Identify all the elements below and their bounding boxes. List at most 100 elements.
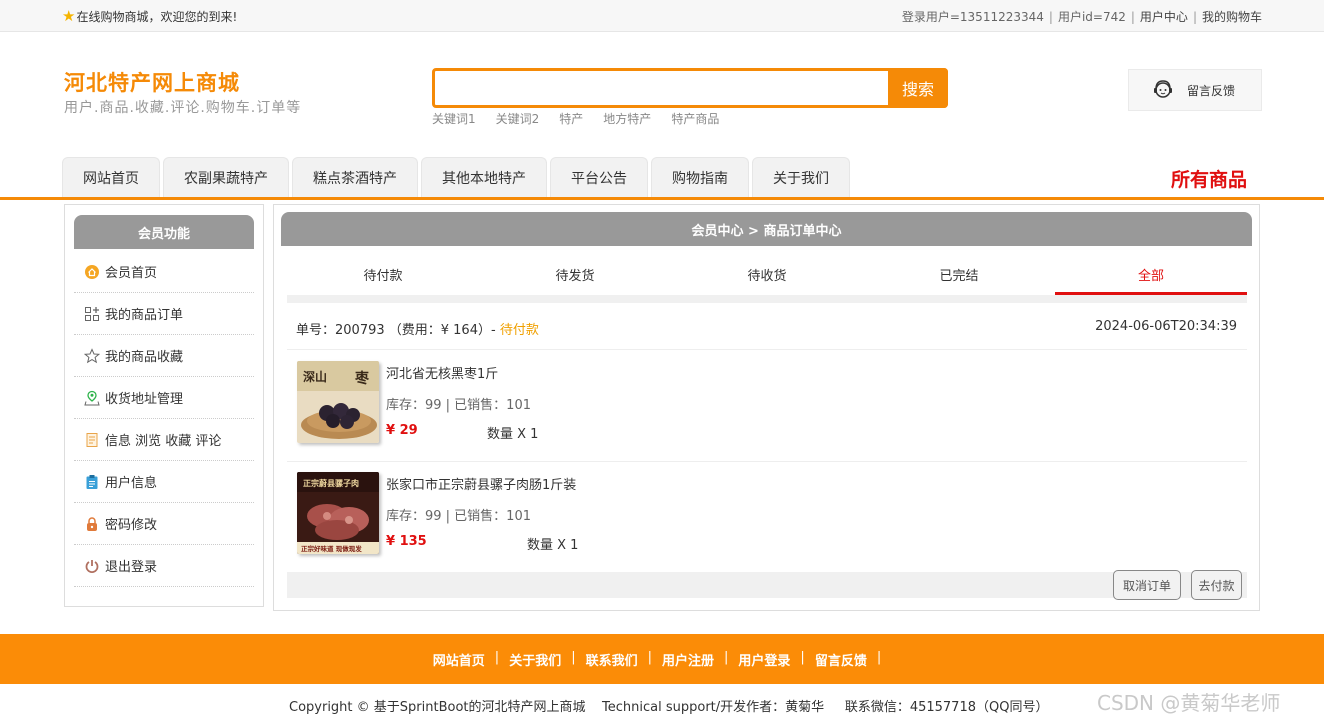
nav-tab-home[interactable]: 网站首页 [62,157,160,197]
footer-link-register[interactable]: 用户注册 [662,650,714,669]
separator: | [571,649,576,665]
product-name[interactable]: 张家口市正宗蔚县骡子肉肠1斤装 [386,474,576,493]
sidebar-menu: 会员首页 我的商品订单 我的商品收藏 收货地址管理 信息 浏览 收藏 评论 用户… [74,251,254,587]
footer-link-contact[interactable]: 联系我们 [586,650,638,669]
order-number-and-cost: 单号：200793 （费用：¥ 164）- [296,323,496,338]
document-icon [84,432,100,448]
star-icon [84,347,100,364]
cancel-order-button[interactable]: 取消订单 [1113,570,1181,600]
grid-icon [84,306,100,322]
sidebar-item-logout[interactable]: 退出登录 [74,545,254,587]
footer-link-about[interactable]: 关于我们 [509,650,561,669]
user-links: 登录用户=13511223344 | 用户id=742 | 用户中心 | 我的购物车 [902,8,1262,25]
all-products-link[interactable]: 所有商品 [1171,165,1247,192]
sidebar-item-label: 我的商品收藏 [105,350,184,365]
sidebar-item-label: 密码修改 [105,518,158,533]
sidebar-item-label: 收货地址管理 [105,392,184,407]
order-item: 深山 枣 河北省无核黑枣1斤 库存：99 | 已销售：101 ¥ 29 数量 X… [297,361,1197,451]
separator: | [1130,10,1135,24]
tab-all[interactable]: 全部 [1055,253,1247,295]
nav-tab-announcements[interactable]: 平台公告 [550,157,648,197]
order-summary: 单号：200793 （费用：¥ 164）- 待付款 [296,319,539,338]
sidebar-item-label: 会员首页 [105,266,158,281]
search-input[interactable] [435,71,888,105]
keyword-link[interactable]: 特产 [559,110,583,127]
separator: | [1192,10,1197,24]
lock-icon [84,516,100,532]
footer-links: 网站首页 | 关于我们 | 联系我们 | 用户注册 | 用户登录 | 留言反馈 | [433,650,891,669]
nav-tab-shopping-guide[interactable]: 购物指南 [651,157,749,197]
top-bar: ★ 在线购物商城，欢迎您的到来! 登录用户=13511223344 | 用户id=7… [0,0,1324,32]
user-center-link[interactable]: 用户中心 [1140,10,1188,24]
location-icon [84,390,100,406]
product-stock: 库存：99 | 已销售：101 [386,398,531,413]
tab-pending-receipt[interactable]: 待收货 [671,253,863,295]
keyword-link[interactable]: 关键词1 [432,110,476,127]
keyword-link[interactable]: 地方特产 [603,110,651,127]
product-price: ¥ 135 [386,534,427,549]
user-id-label: 用户id=742 [1057,10,1126,24]
divider [287,461,1247,462]
power-icon [84,558,100,574]
clipboard-icon [84,474,100,490]
cart-link[interactable]: 我的购物车 [1202,10,1262,24]
separator: | [1048,10,1053,24]
sidebar-item-favorites[interactable]: 我的商品收藏 [74,335,254,377]
welcome-message: ★ 在线购物商城，欢迎您的到来! [62,7,237,25]
separator: | [494,649,500,665]
separator: | [800,649,805,665]
product-name[interactable]: 河北省无核黑枣1斤 [386,363,498,382]
home-icon [84,264,100,280]
nav-tab-produce[interactable]: 农副果蔬特产 [163,157,289,197]
order-center-panel: 会员中心 > 商品订单中心 待付款 待发货 待收货 已完结 全部 单号：2007… [273,204,1260,611]
product-stock: 库存：99 | 已销售：101 [386,509,531,524]
tab-completed[interactable]: 已完结 [863,253,1055,295]
copyright-text: Copyright © 基于SprintBoot的河北特产网上商城 Techni… [289,700,1049,715]
footer-link-feedback[interactable]: 留言反馈 [815,650,867,669]
search-button[interactable]: 搜索 [888,68,948,108]
order-time: 2024-06-06T20:34:39 [1095,319,1237,334]
thumb-text: 正宗蔚县骡子肉 [303,478,359,488]
footer-link-home[interactable]: 网站首页 [433,650,485,669]
product-quantity: 数量 X 1 [487,427,539,442]
sidebar-item-user-info[interactable]: 用户信息 [74,461,254,503]
separator: | [647,649,652,665]
sidebar-item-member-home[interactable]: 会员首页 [74,251,254,293]
sidebar-item-address[interactable]: 收货地址管理 [74,377,254,419]
tab-pending-payment[interactable]: 待付款 [287,253,479,295]
product-price: ¥ 29 [386,423,418,438]
order-action-bar [287,572,1247,598]
csdn-watermark: CSDN @黄菊华老师 [1097,691,1281,715]
pay-now-button[interactable]: 去付款 [1191,570,1242,600]
sidebar-item-change-password[interactable]: 密码修改 [74,503,254,545]
hot-keywords: 关键词1 关键词2 特产 地方特产 特产商品 [432,110,719,127]
support-agent-icon [1154,80,1172,98]
sidebar-item-label: 信息 浏览 收藏 评论 [105,434,222,449]
nav-divider [0,197,1324,200]
product-image-sausage[interactable]: 正宗蔚县骡子肉 正宗好味道 现做现发 [297,472,379,554]
product-image-black-dates[interactable]: 深山 枣 [297,361,379,443]
login-user-label: 登录用户=13511223344 [901,10,1044,24]
thumb-text: 正宗好味道 现做现发 [301,544,362,553]
site-logo-title[interactable]: 河北特产网上商城 [64,67,240,97]
footer-link-login[interactable]: 用户登录 [738,650,790,669]
divider [287,349,1247,350]
order-status-tabs: 待付款 待发货 待收货 已完结 全部 [287,253,1247,295]
keyword-link[interactable]: 特产商品 [671,110,719,127]
nav-tab-pastry-tea-wine[interactable]: 糕点茶酒特产 [292,157,418,197]
star-icon: ★ [62,7,76,25]
nav-tab-about[interactable]: 关于我们 [752,157,850,197]
feedback-label: 留言反馈 [1187,83,1236,98]
nav-tab-other-local[interactable]: 其他本地特产 [421,157,547,197]
feedback-button[interactable]: 留言反馈 [1128,69,1262,111]
tab-pending-shipment[interactable]: 待发货 [479,253,671,295]
sidebar-item-browse-history[interactable]: 信息 浏览 收藏 评论 [74,419,254,461]
tabs-divider [287,295,1247,303]
separator: | [876,649,882,665]
product-quantity: 数量 X 1 [527,538,579,553]
keyword-link[interactable]: 关键词2 [496,110,540,127]
order-status: 待付款 [499,323,539,338]
search-box: 搜索 [432,68,948,108]
sidebar-item-my-orders[interactable]: 我的商品订单 [74,293,254,335]
main-nav: 网站首页 农副果蔬特产 糕点茶酒特产 其他本地特产 平台公告 购物指南 关于我们 [62,157,850,197]
